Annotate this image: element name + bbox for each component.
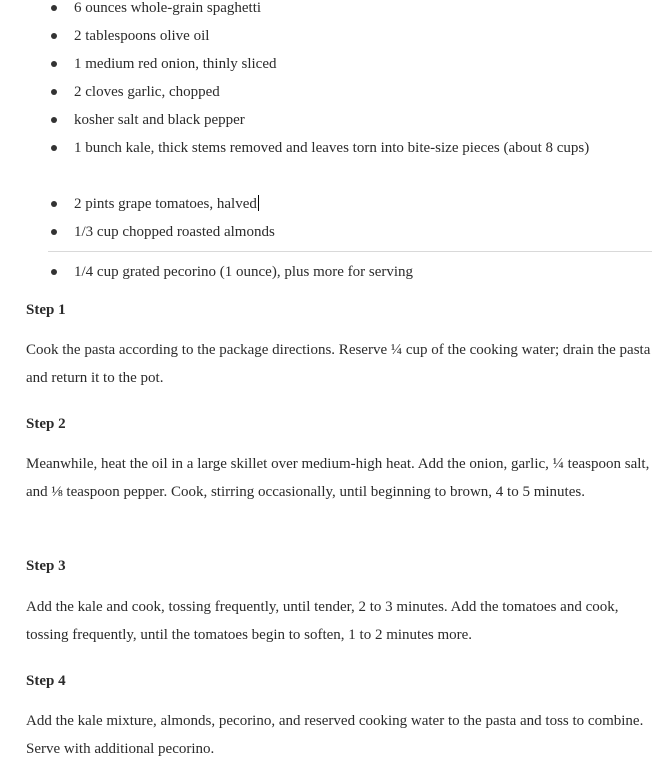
step-text: Add the kale mixture, almonds, pecorino,…	[26, 713, 644, 757]
ingredient-text: 1 bunch kale, thick stems removed and le…	[74, 140, 590, 156]
ingredient-item[interactable]: kosher salt and black pepper	[51, 106, 634, 134]
ingredient-item[interactable]: 2 pints grape tomatoes, halved	[51, 190, 634, 218]
ingredient-text: 1/4 cup grated pecorino (1 ounce), plus …	[74, 264, 414, 280]
step-text: Add the kale and cook, tossing frequentl…	[26, 599, 619, 643]
ingredient-item[interactable]: 1/4 cup grated pecorino (1 ounce), plus …	[51, 258, 634, 286]
step-text: Meanwhile, heat the oil in a large skill…	[26, 456, 650, 500]
ingredient-text: 2 pints grape tomatoes, halved	[74, 196, 257, 212]
ingredient-item[interactable]: 1/3 cup chopped roasted almonds	[51, 218, 634, 246]
step-heading: Step 4	[26, 673, 66, 689]
ingredient-text: 6 ounces whole-grain spaghetti	[74, 0, 262, 16]
ingredient-text: 1/3 cup chopped roasted almonds	[74, 224, 275, 240]
ingredient-item[interactable]: 1 medium red onion, thinly sliced	[51, 50, 634, 78]
step-text: Cook the pasta according to the package …	[26, 342, 651, 386]
step-heading: Step 2	[26, 416, 66, 432]
ingredient-item[interactable]: 6 ounces whole-grain spaghetti	[51, 0, 634, 22]
ingredient-text: 2 tablespoons olive oil	[74, 28, 210, 44]
ingredient-item[interactable]: 2 cloves garlic, chopped	[51, 78, 634, 106]
ingredient-item[interactable]: 1 bunch kale, thick stems removed and le…	[51, 134, 634, 162]
step-heading: Step 1	[26, 302, 66, 318]
ingredient-text: 2 cloves garlic, chopped	[74, 84, 220, 100]
text-cursor	[257, 195, 259, 211]
ingredient-text: 1 medium red onion, thinly sliced	[74, 56, 277, 72]
ingredient-item[interactable]: 2 tablespoons olive oil	[51, 22, 634, 50]
list-divider	[48, 251, 652, 252]
ingredient-text: kosher salt and black pepper	[74, 112, 245, 128]
step-heading: Step 3	[26, 558, 66, 574]
